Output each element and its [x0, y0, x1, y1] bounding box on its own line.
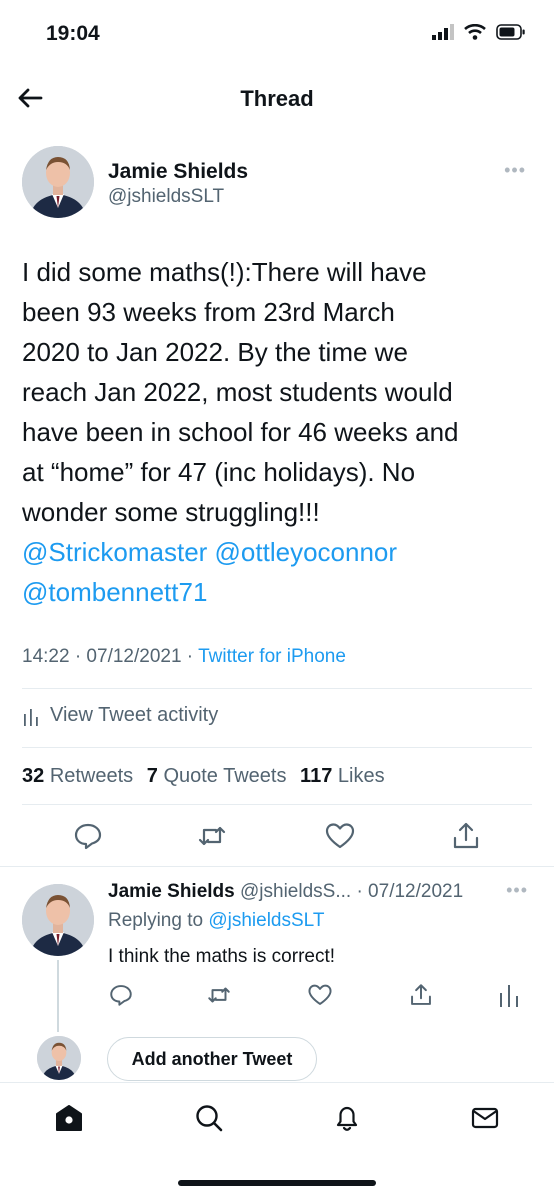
likes-count: 117	[300, 765, 333, 787]
retweets-label: Retweets	[49, 765, 134, 787]
nav-notifications[interactable]	[332, 1103, 362, 1133]
avatar[interactable]	[22, 146, 94, 218]
nav-home[interactable]	[54, 1103, 84, 1133]
more-icon[interactable]: •••	[506, 880, 528, 901]
view-activity-label: View Tweet activity	[50, 704, 219, 726]
likes-stat[interactable]: 117 Likes	[294, 765, 385, 788]
mail-icon	[471, 1107, 499, 1129]
tweet-stats: 32 Retweets 7 Quote Tweets 117 Likes	[22, 765, 385, 788]
tweet-text-line: have been in school for 46 weeks and	[22, 417, 459, 447]
tweet-text-line: reach Jan 2022, most students would	[22, 377, 453, 407]
replying-to: Replying to @jshieldsSLT	[108, 910, 324, 932]
tweet-text-line: been 93 weeks from 23rd March	[22, 297, 395, 327]
analytics-icon	[24, 708, 38, 726]
reply-handle-date: @jshieldsS... · 07/12/2021	[234, 881, 464, 902]
reply-button[interactable]	[108, 982, 134, 1008]
heart-icon	[308, 984, 332, 1005]
tweet-text-line: at “home” for 47 (inc holidays). No	[22, 457, 416, 487]
like-button[interactable]	[307, 982, 333, 1008]
view-activity-button[interactable]: View Tweet activity	[22, 704, 218, 727]
like-button[interactable]	[324, 820, 356, 852]
heart-icon	[325, 823, 355, 849]
more-icon[interactable]: •••	[504, 160, 526, 181]
retweets-stat[interactable]: 32 Retweets	[22, 765, 133, 788]
tweet-text: I did some maths(!):There will have been…	[22, 252, 542, 612]
quotes-count: 7	[146, 765, 158, 787]
reply-text: I think the maths is correct!	[108, 946, 336, 967]
wifi-icon	[464, 24, 486, 40]
mention-links[interactable]: @Strickomaster @ottleyoconnor	[22, 532, 542, 572]
tweet-meta: 14:22 · 07/12/2021 · Twitter for iPhone	[22, 646, 346, 668]
nav-messages[interactable]	[470, 1103, 500, 1133]
retweet-button[interactable]	[206, 982, 232, 1008]
author-name[interactable]: Jamie Shields	[108, 160, 248, 184]
reply-avatar[interactable]	[22, 884, 94, 956]
mention-link[interactable]: @tombennett71	[22, 572, 542, 612]
retweet-icon	[208, 987, 230, 1003]
tweet-actions	[0, 820, 554, 854]
reply-actions	[0, 982, 554, 1010]
reply-button[interactable]	[72, 820, 104, 852]
author-handle[interactable]: @jshieldsSLT	[108, 186, 224, 208]
replying-prefix: Replying to	[108, 910, 209, 931]
status-icons	[432, 24, 526, 40]
bell-icon	[336, 1106, 358, 1131]
tweet-source-link[interactable]: Twitter for iPhone	[198, 646, 346, 667]
reply-author-name[interactable]: Jamie Shields	[108, 881, 235, 902]
compose-avatar	[37, 1036, 81, 1080]
reply-icon	[74, 823, 102, 850]
avatar-photo	[22, 884, 94, 956]
share-button[interactable]	[408, 982, 434, 1008]
analytics-icon	[500, 985, 518, 1007]
add-another-tweet-button[interactable]: Add another Tweet	[107, 1037, 317, 1081]
replying-handle-link[interactable]: @jshieldsSLT	[208, 910, 324, 931]
divider	[0, 866, 554, 867]
retweet-icon	[198, 826, 226, 846]
page-title: Thread	[240, 86, 314, 111]
divider	[22, 747, 532, 748]
tweet-timestamp: 14:22 · 07/12/2021 ·	[22, 646, 199, 667]
reply-icon	[110, 985, 132, 1006]
tweet-text-line: wonder some struggling!!!	[22, 497, 320, 527]
reply-header: Jamie Shields @jshieldsS... · 07/12/2021	[108, 881, 463, 903]
divider	[22, 804, 532, 805]
analytics-button[interactable]	[496, 982, 522, 1008]
avatar-photo	[22, 146, 94, 218]
quotes-stat[interactable]: 7 Quote Tweets	[141, 765, 287, 788]
divider	[22, 688, 532, 689]
home-icon	[56, 1105, 82, 1131]
share-icon	[411, 984, 431, 1005]
nav-search[interactable]	[194, 1103, 224, 1133]
share-icon	[453, 822, 479, 849]
quotes-label: Quote Tweets	[163, 765, 287, 787]
retweet-button[interactable]	[196, 820, 228, 852]
tweet-text-line: 2020 to Jan 2022. By the time we	[22, 337, 408, 367]
signal-icon	[432, 24, 454, 40]
avatar-photo	[37, 1036, 81, 1080]
status-time: 19:04	[46, 22, 100, 45]
retweets-count: 32	[22, 765, 45, 787]
tweet-text-line: I did some maths(!):There will have	[22, 257, 427, 287]
home-indicator[interactable]	[178, 1180, 376, 1186]
likes-label: Likes	[337, 765, 385, 787]
search-icon	[196, 1105, 223, 1132]
battery-icon	[496, 24, 525, 40]
share-button[interactable]	[450, 820, 482, 852]
